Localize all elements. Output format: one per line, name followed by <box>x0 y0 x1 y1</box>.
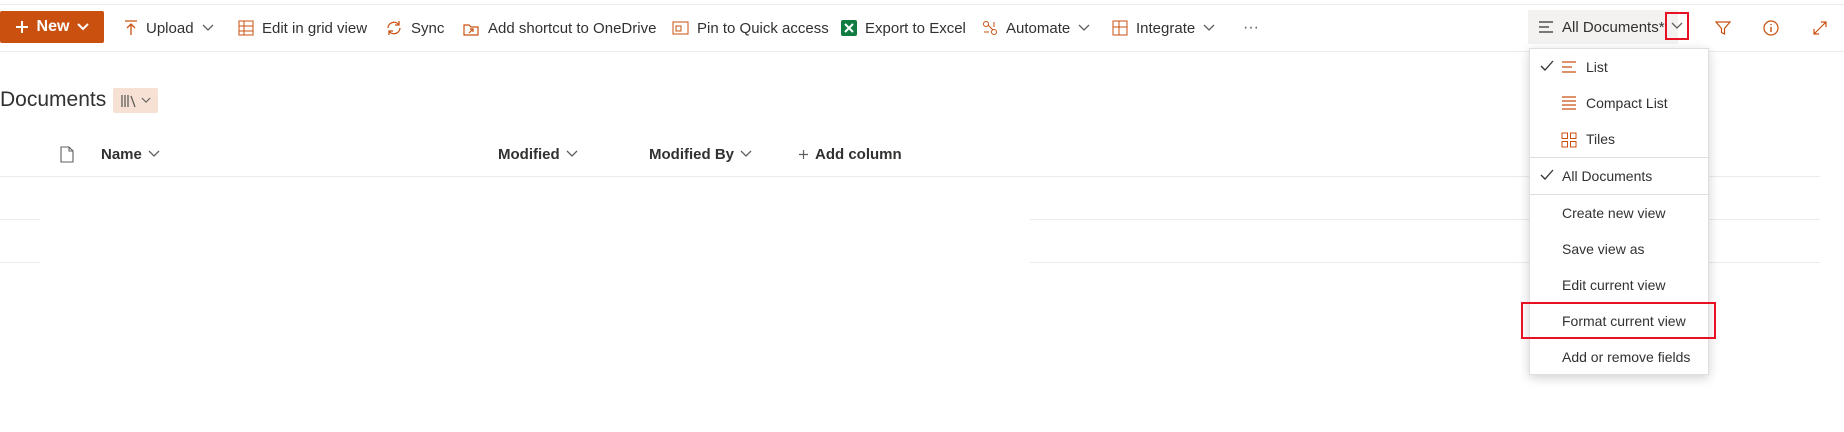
chevron-down-icon <box>1671 22 1683 29</box>
menu-item-save-view-as-label: Save view as <box>1562 241 1645 257</box>
list-icon <box>1562 61 1576 73</box>
chevron-down-icon <box>740 150 752 157</box>
menu-item-add-remove-fields-label: Add or remove fields <box>1562 349 1691 365</box>
plus-icon <box>15 21 28 33</box>
onedrive-shortcut-icon <box>463 24 479 36</box>
add-shortcut-label: Add shortcut to OneDrive <box>488 19 657 37</box>
export-excel-button[interactable]: Export to Excel <box>841 5 966 51</box>
expand-button[interactable] <box>1812 5 1828 51</box>
menu-item-edit-current-view[interactable]: Edit current view <box>1530 267 1710 303</box>
new-button-label: New <box>36 18 70 35</box>
edit-grid-view-button[interactable]: Edit in grid view <box>238 5 367 51</box>
library-options-button[interactable] <box>113 88 158 113</box>
sync-icon <box>387 21 401 35</box>
integrate-label: Integrate <box>1136 19 1196 37</box>
modified-column-header[interactable]: Modified <box>498 142 578 166</box>
add-column-button[interactable]: Add column <box>798 142 902 166</box>
edit-grid-view-label: Edit in grid view <box>262 19 368 37</box>
empty-list-area <box>40 212 1030 272</box>
view-switcher-label: All Documents* <box>1562 18 1665 36</box>
menu-item-create-new-view-label: Create new view <box>1562 205 1666 221</box>
file-type-column-header[interactable] <box>60 142 74 166</box>
menu-item-tiles-label: Tiles <box>1586 131 1616 147</box>
modified-by-column-header[interactable]: Modified By <box>649 142 752 166</box>
add-column-label: Add column <box>815 145 902 163</box>
menu-item-add-remove-fields[interactable]: Add or remove fields <box>1530 339 1710 375</box>
pin-quick-access-button[interactable]: Pin to Quick access <box>672 5 829 51</box>
page-title: Documents <box>0 88 107 111</box>
view-dropdown-caret[interactable] <box>1665 12 1689 40</box>
modified-column-label: Modified <box>498 145 560 163</box>
integrate-button[interactable]: Integrate <box>1112 5 1215 51</box>
sync-label: Sync <box>411 19 445 37</box>
add-shortcut-button[interactable]: Add shortcut to OneDrive <box>462 5 656 51</box>
menu-item-tiles[interactable]: Tiles <box>1530 121 1710 157</box>
filter-icon <box>1715 21 1731 35</box>
modified-by-column-label: Modified By <box>649 145 734 163</box>
chevron-down-icon <box>566 150 578 157</box>
menu-item-all-documents-label: All Documents <box>1562 168 1653 184</box>
chevron-down-icon <box>1203 24 1215 31</box>
more-options-button[interactable]: ··· <box>1243 5 1259 51</box>
new-button[interactable]: New <box>0 11 104 43</box>
menu-item-save-view-as[interactable]: Save view as <box>1530 231 1710 267</box>
chevron-down-icon <box>140 97 151 103</box>
more-options-label: ··· <box>1243 19 1259 36</box>
automate-label: Automate <box>1006 19 1071 37</box>
pin-icon <box>672 21 689 35</box>
automate-icon <box>983 21 997 35</box>
library-icon <box>120 94 136 107</box>
format-current-view-highlight <box>1521 302 1716 339</box>
chevron-down-icon <box>1078 24 1090 31</box>
integrate-icon <box>1112 20 1128 36</box>
compact-list-icon <box>1562 96 1576 110</box>
menu-item-create-new-view[interactable]: Create new view <box>1530 195 1710 231</box>
pin-quick-access-label: Pin to Quick access <box>697 19 829 37</box>
sync-button[interactable]: Sync <box>385 5 444 51</box>
menu-item-compact-list-label: Compact List <box>1586 95 1668 111</box>
name-column-label: Name <box>101 145 142 163</box>
file-icon <box>60 145 74 163</box>
chevron-down-icon <box>148 150 160 157</box>
chevron-down-icon <box>202 24 214 31</box>
checkmark-icon <box>1540 60 1554 71</box>
excel-icon <box>841 20 857 36</box>
chevron-down-icon <box>77 23 90 31</box>
upload-icon <box>125 20 137 35</box>
grid-icon <box>238 20 254 36</box>
plus-icon <box>799 149 808 159</box>
info-button[interactable] <box>1763 5 1779 51</box>
command-bar: New Upload Edit in grid view Sync Add sh… <box>0 4 1844 52</box>
list-view-icon <box>1539 21 1553 33</box>
tiles-icon <box>1561 132 1577 148</box>
upload-button[interactable]: Upload <box>124 5 214 51</box>
export-excel-label: Export to Excel <box>865 19 966 37</box>
expand-icon <box>1813 21 1827 35</box>
menu-item-list-label: List <box>1586 59 1608 75</box>
info-icon <box>1763 20 1779 36</box>
menu-item-list[interactable]: List <box>1530 49 1710 85</box>
menu-item-edit-current-view-label: Edit current view <box>1562 277 1666 293</box>
automate-button[interactable]: Automate <box>982 5 1090 51</box>
name-column-header[interactable]: Name <box>101 142 160 166</box>
menu-item-all-documents[interactable]: All Documents <box>1530 158 1710 194</box>
view-switcher-button[interactable]: All Documents* <box>1528 10 1678 44</box>
menu-item-compact-list[interactable]: Compact List <box>1530 85 1710 121</box>
filter-button[interactable] <box>1715 5 1731 51</box>
checkmark-icon <box>1540 169 1554 180</box>
upload-label: Upload <box>146 19 194 37</box>
